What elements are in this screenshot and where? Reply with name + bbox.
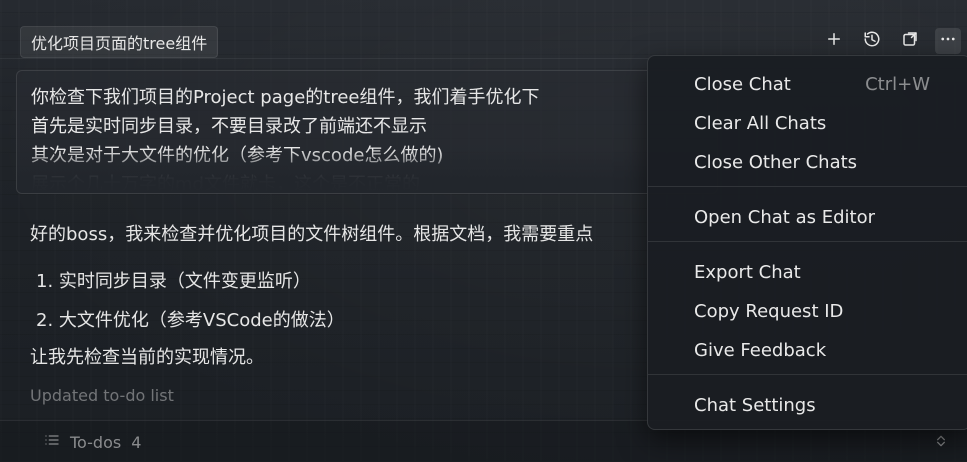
- user-message-line: 你检查下我们项目的Project page的tree组件，我们着手优化下: [31, 87, 540, 108]
- todos-count: 4: [131, 432, 142, 452]
- assistant-list-item: 2. 大文件优化（参考VSCode的做法）: [36, 310, 345, 331]
- new-window-icon: [901, 30, 919, 52]
- chat-title[interactable]: 优化项目页面的tree组件: [20, 26, 219, 58]
- menu-item-open-chat-as-editor[interactable]: Open Chat as Editor: [648, 199, 967, 235]
- todos-label: To-dos: [70, 432, 122, 452]
- menu-item-close-chat[interactable]: Close Chat Ctrl+W: [648, 66, 967, 102]
- history-icon: [863, 30, 881, 52]
- menu-item-label: Copy Request ID: [694, 300, 844, 322]
- menu-item-clear-all-chats[interactable]: Clear All Chats: [648, 105, 967, 141]
- menu-item-label: Chat Settings: [694, 394, 816, 416]
- menu-item-label: Give Feedback: [694, 339, 827, 361]
- more-icon: [939, 30, 957, 52]
- menu-item-label: Open Chat as Editor: [694, 206, 875, 228]
- history-button[interactable]: [859, 28, 885, 54]
- new-chat-button[interactable]: [821, 28, 847, 54]
- plus-icon: [825, 30, 843, 52]
- new-window-button[interactable]: [897, 28, 923, 54]
- menu-item-label: Close Other Chats: [694, 151, 858, 173]
- menu-separator: [648, 374, 967, 375]
- menu-item-close-other-chats[interactable]: Close Other Chats: [648, 144, 967, 180]
- user-message-line: 其次是对于大文件的优化（参考下vscode怎么做的): [31, 145, 444, 166]
- user-message-lines: 你检查下我们项目的Project page的tree组件，我们着手优化下 首先是…: [31, 83, 705, 194]
- assistant-next: 让我先检查当前的实现情况。: [30, 347, 264, 368]
- user-message-line: 首先是实时同步目录，不要目录改了前端还不显示: [31, 116, 427, 137]
- menu-item-label: Clear All Chats: [694, 112, 827, 134]
- menu-item-label: Close Chat: [694, 73, 791, 95]
- assistant-intro: 好的boss，我来检查并优化项目的文件树组件。根据文档，我需要重点: [30, 224, 594, 245]
- todos-left: To-dos 4: [44, 432, 141, 452]
- menu-item-give-feedback[interactable]: Give Feedback: [648, 332, 967, 368]
- chat-options-menu: Close Chat Ctrl+W Clear All Chats Close …: [647, 55, 967, 430]
- menu-item-copy-request-id[interactable]: Copy Request ID: [648, 293, 967, 329]
- assistant-list-item: 1. 实时同步目录（文件变更监听）: [36, 271, 311, 292]
- todo-status: Updated to-do list: [30, 386, 174, 405]
- chat-header: 优化项目页面的tree组件: [0, 0, 967, 59]
- menu-item-export-chat[interactable]: Export Chat: [648, 254, 967, 290]
- menu-shortcut: Ctrl+W: [865, 73, 930, 95]
- more-options-button[interactable]: [935, 28, 961, 54]
- assistant-list: 1. 实时同步目录（文件变更监听） 2. 大文件优化（参考VSCode的做法）: [36, 262, 345, 340]
- user-message-line: 展示个几十万字的md文件就卡，这个是不正常的: [31, 174, 420, 194]
- menu-item-chat-settings[interactable]: Chat Settings: [648, 387, 967, 423]
- chat-actions: [821, 28, 961, 54]
- menu-separator: [648, 241, 967, 242]
- menu-separator: [648, 186, 967, 187]
- menu-item-label: Export Chat: [694, 261, 801, 283]
- list-icon: [44, 432, 60, 452]
- chevron-up-down-icon[interactable]: [933, 433, 949, 449]
- chat-title-text: 优化项目页面的tree组件: [31, 34, 208, 53]
- user-message: 你检查下我们项目的Project page的tree组件，我们着手优化下 首先是…: [16, 70, 718, 194]
